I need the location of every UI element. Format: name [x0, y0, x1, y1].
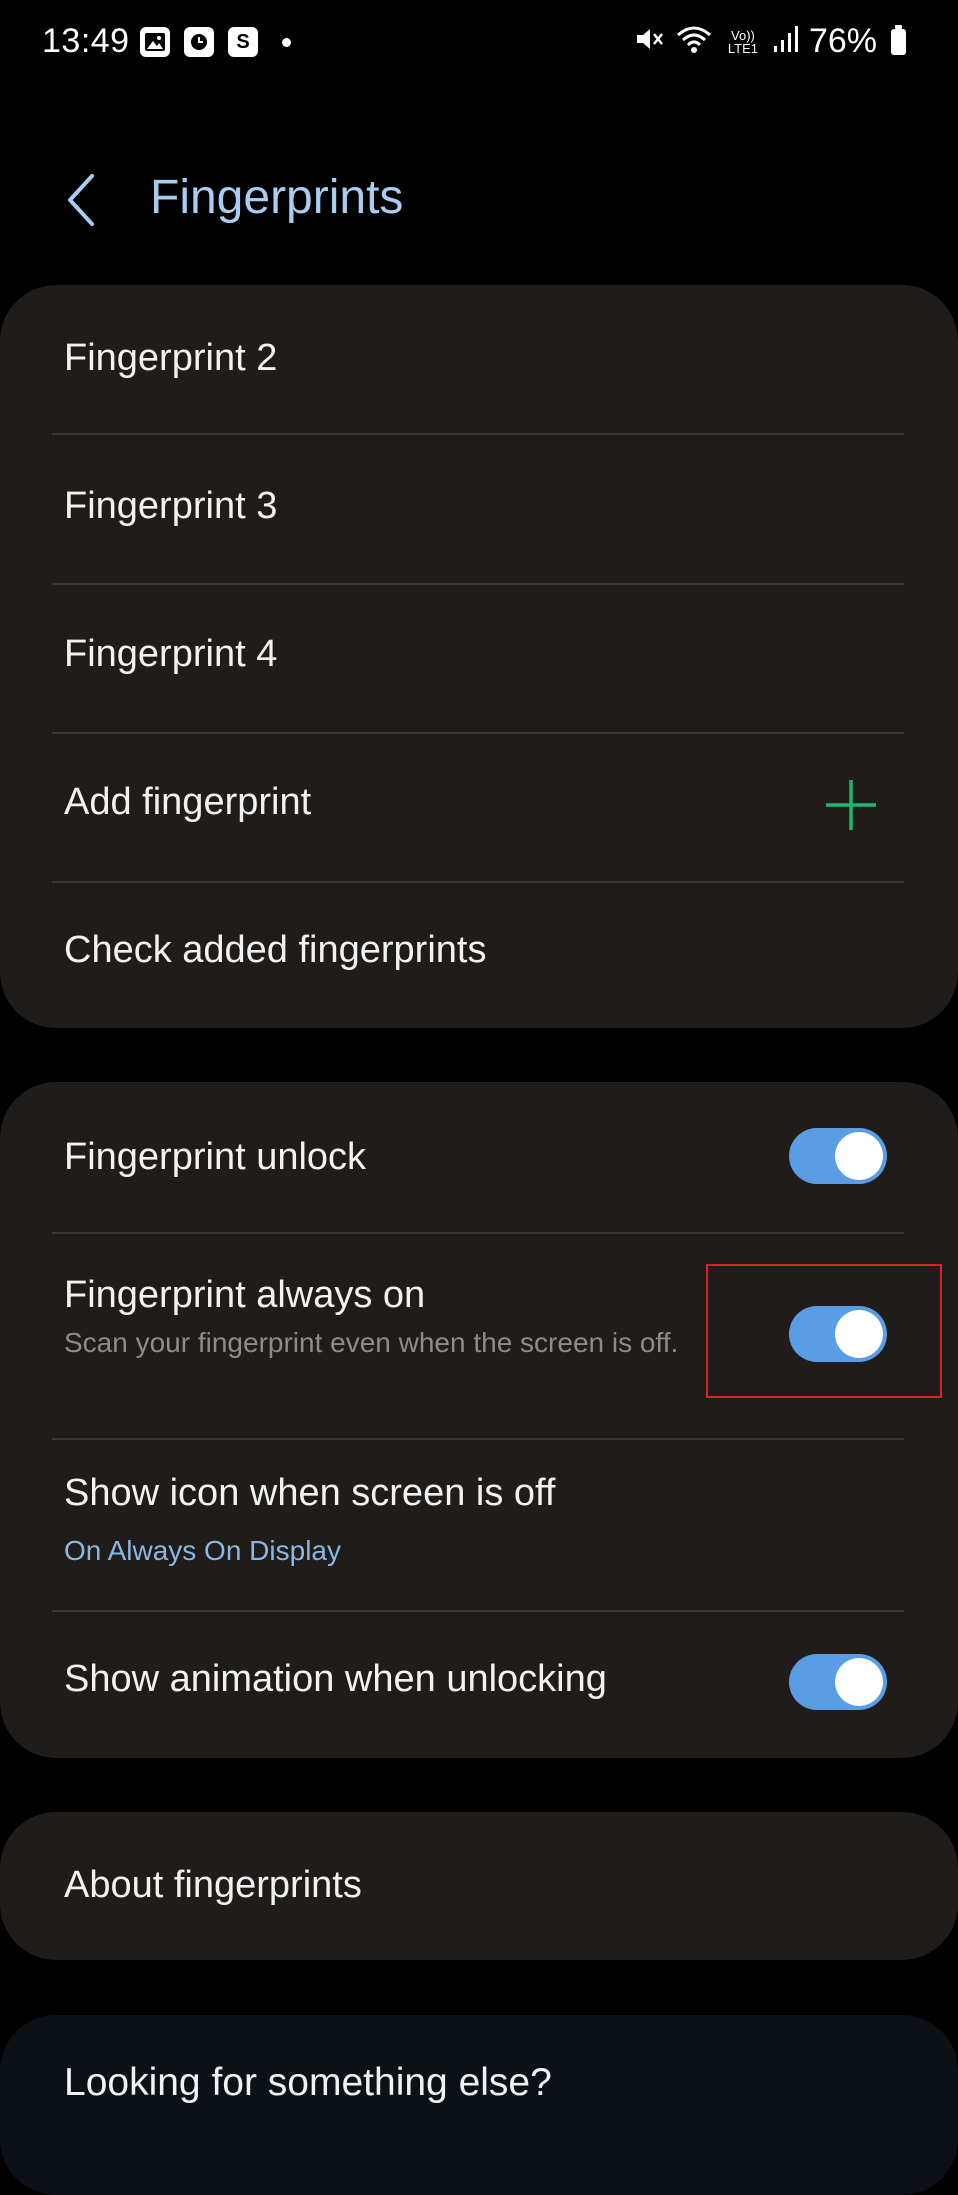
- mute-icon: [633, 23, 665, 60]
- looking-label: Looking for something else?: [64, 2061, 552, 2104]
- list-item-label: Fingerprint 2: [64, 337, 278, 379]
- show-animation-label: Show animation when unlocking: [64, 1658, 607, 1700]
- show-animation-row[interactable]: Show animation when unlocking: [0, 1612, 958, 1758]
- fingerprint-unlock-row[interactable]: Fingerprint unlock: [0, 1082, 958, 1232]
- about-fingerprints-label: About fingerprints: [64, 1864, 362, 1906]
- check-fingerprints-label: Check added fingerprints: [64, 929, 487, 971]
- show-icon-value: On Always On Display: [64, 1535, 341, 1566]
- fingerprint-always-on-label: Fingerprint always on: [64, 1274, 426, 1316]
- list-item-fingerprint-2[interactable]: Fingerprint 2: [0, 285, 958, 433]
- lte-icon: Vo)) LTE1: [727, 27, 758, 56]
- list-item-fingerprint-3[interactable]: Fingerprint 3: [0, 435, 958, 583]
- about-card: About fingerprints: [0, 1812, 958, 1960]
- add-fingerprint-row[interactable]: Add fingerprint: [0, 734, 958, 882]
- show-animation-toggle[interactable]: [789, 1654, 887, 1710]
- fingerprints-card: Fingerprint 2 Fingerprint 3 Fingerprint …: [0, 285, 958, 1028]
- add-fingerprint-label: Add fingerprint: [64, 781, 312, 823]
- list-item-label: Fingerprint 4: [64, 633, 278, 675]
- fingerprint-unlock-label: Fingerprint unlock: [64, 1136, 367, 1178]
- wifi-icon: [675, 23, 713, 60]
- back-button[interactable]: [56, 168, 106, 232]
- fingerprint-unlock-toggle[interactable]: [789, 1128, 887, 1184]
- gallery-icon: [140, 27, 170, 57]
- app-header: Fingerprints: [0, 140, 958, 260]
- fingerprint-settings-card: Fingerprint unlock Fingerprint always on…: [0, 1082, 958, 1758]
- fingerprint-always-on-description: Scan your fingerprint even when the scre…: [64, 1327, 679, 1358]
- battery-percent: 76%: [808, 22, 877, 60]
- toggle-knob: [835, 1658, 883, 1706]
- status-time: 13:49: [42, 22, 130, 60]
- highlight-box: [706, 1264, 942, 1398]
- list-item-label: Fingerprint 3: [64, 485, 278, 527]
- looking-card: Looking for something else?: [0, 2015, 958, 2195]
- toggle-knob: [835, 1132, 883, 1180]
- notification-icons: S: [140, 27, 291, 57]
- about-fingerprints-row[interactable]: About fingerprints: [0, 1812, 958, 1960]
- s-app-icon: S: [228, 27, 258, 57]
- looking-row: Looking for something else?: [0, 2015, 958, 2195]
- chevron-left-icon: [68, 174, 94, 226]
- show-icon-label: Show icon when screen is off: [64, 1472, 556, 1514]
- page-title: Fingerprints: [150, 171, 404, 224]
- check-fingerprints-row[interactable]: Check added fingerprints: [0, 883, 958, 1028]
- clock-icon: [184, 27, 214, 57]
- battery-icon: [891, 24, 906, 55]
- plus-icon: [826, 780, 876, 830]
- signal-icon: [773, 24, 799, 59]
- system-icons: Vo)) LTE1 76%: [633, 22, 906, 61]
- list-item-fingerprint-4[interactable]: Fingerprint 4: [0, 585, 958, 733]
- show-icon-row[interactable]: Show icon when screen is off On Always O…: [0, 1440, 958, 1610]
- status-bar: 13:49 S Vo)) LTE1 76%: [0, 0, 958, 86]
- more-notifications-dot: [282, 37, 291, 47]
